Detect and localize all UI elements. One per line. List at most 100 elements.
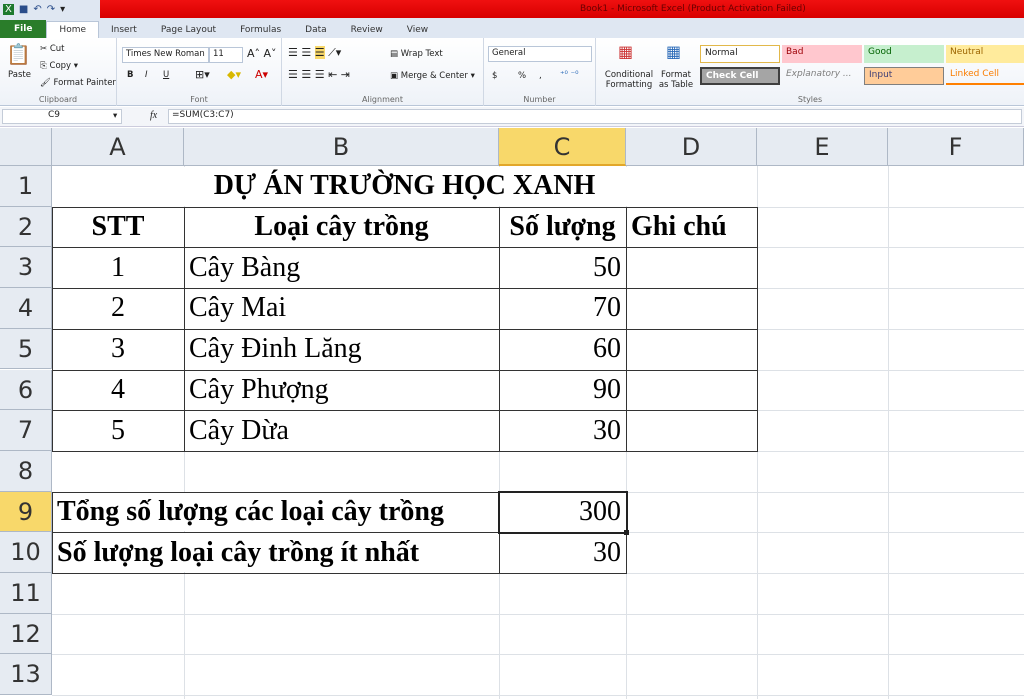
row-header-6[interactable]: 6 bbox=[0, 369, 52, 411]
row-header-9[interactable]: 9 bbox=[0, 491, 52, 533]
conditional-formatting-button[interactable]: Conditional Formatting bbox=[600, 70, 658, 90]
tab-data[interactable]: Data bbox=[293, 22, 339, 38]
plant-name-cell[interactable]: Cây Dừa bbox=[184, 410, 499, 451]
stt-cell[interactable]: 1 bbox=[52, 247, 184, 288]
spreadsheet-grid: A B C D E F 1 2 3 4 5 6 7 8 9 10 11 12 13 DỰ ÁN TRƯỜNG HỌC … bbox=[0, 128, 1024, 699]
style-explanatory[interactable]: Explanatory ... bbox=[782, 67, 862, 85]
font-name-select[interactable]: Times New Roman bbox=[122, 47, 209, 63]
insert-function-icon[interactable]: fx bbox=[150, 110, 157, 121]
italic-button[interactable]: I bbox=[145, 70, 148, 80]
tab-file[interactable]: File bbox=[0, 20, 47, 38]
decimal-buttons[interactable]: ⁺⁰ ⁻⁰ bbox=[560, 70, 579, 80]
currency-button[interactable]: $ bbox=[492, 71, 497, 81]
header-cell[interactable]: Loại cây trồng bbox=[184, 207, 499, 248]
merge-center-button[interactable]: ▣ Merge & Center ▾ bbox=[390, 71, 475, 81]
quantity-cell[interactable]: 60 bbox=[499, 329, 626, 370]
cell-border bbox=[757, 206, 758, 452]
quantity-cell[interactable]: 50 bbox=[499, 247, 626, 288]
tab-home[interactable]: Home bbox=[46, 21, 99, 38]
copy-button[interactable]: ⎘ Copy ▾ bbox=[40, 61, 78, 71]
row-header-1[interactable]: 1 bbox=[0, 166, 52, 207]
style-neutral[interactable]: Neutral bbox=[946, 45, 1024, 63]
borders-button[interactable]: ⊞▾ bbox=[195, 68, 210, 81]
column-header-C[interactable]: C bbox=[499, 128, 626, 166]
min-label-cell[interactable]: Số lượng loại cây trồng ít nhất bbox=[52, 532, 499, 573]
undo-icon[interactable]: ↶ bbox=[33, 4, 41, 15]
formula-input[interactable]: =SUM(C3:C7) bbox=[168, 109, 1022, 124]
note-cell[interactable] bbox=[626, 410, 757, 451]
cell-border bbox=[52, 206, 53, 452]
stt-cell[interactable]: 2 bbox=[52, 288, 184, 329]
horizontal-align-buttons[interactable]: ☰ ☰ ☰ ⇤ ⇥ bbox=[288, 68, 350, 81]
column-header-F[interactable]: F bbox=[888, 128, 1024, 166]
style-normal[interactable]: Normal bbox=[700, 45, 780, 63]
header-cell[interactable]: Số lượng bbox=[499, 207, 626, 248]
total-label-cell[interactable]: Tổng số lượng các loại cây trồng bbox=[52, 492, 499, 533]
plant-name-cell[interactable]: Cây Bàng bbox=[184, 247, 499, 288]
font-color-button[interactable]: A▾ bbox=[255, 68, 268, 81]
name-box-dropdown-icon[interactable]: ▾ bbox=[113, 111, 117, 121]
quantity-cell[interactable]: 90 bbox=[499, 370, 626, 411]
plant-name-cell[interactable]: Cây Phượng bbox=[184, 370, 499, 411]
plant-name-cell[interactable]: Cây Mai bbox=[184, 288, 499, 329]
format-as-table-button[interactable]: Format as Table bbox=[656, 70, 696, 90]
plant-name-cell[interactable]: Cây Đinh Lăng bbox=[184, 329, 499, 370]
stt-cell[interactable]: 3 bbox=[52, 329, 184, 370]
row-header-3[interactable]: 3 bbox=[0, 247, 52, 289]
tab-insert[interactable]: Insert bbox=[99, 22, 149, 38]
column-header-A[interactable]: A bbox=[52, 128, 184, 166]
font-size-select[interactable]: 11 bbox=[209, 47, 243, 63]
min-value-cell[interactable]: 30 bbox=[499, 532, 626, 573]
underline-button[interactable]: U bbox=[163, 70, 169, 80]
bold-button[interactable]: B bbox=[127, 70, 133, 80]
row-header-12[interactable]: 12 bbox=[0, 613, 52, 655]
save-icon[interactable]: ■ bbox=[19, 4, 28, 15]
tab-view[interactable]: View bbox=[395, 22, 440, 38]
column-header-E[interactable]: E bbox=[757, 128, 888, 166]
style-bad[interactable]: Bad bbox=[782, 45, 862, 63]
header-cell[interactable]: Ghi chú bbox=[626, 207, 757, 248]
redo-icon[interactable]: ↷ bbox=[47, 4, 55, 15]
row-header-4[interactable]: 4 bbox=[0, 288, 52, 329]
paste-button[interactable]: Paste bbox=[8, 70, 31, 80]
comma-button[interactable]: , bbox=[539, 71, 542, 81]
row-header-10[interactable]: 10 bbox=[0, 532, 52, 573]
fill-color-button[interactable]: ◆▾ bbox=[227, 68, 241, 81]
note-cell[interactable] bbox=[626, 370, 757, 411]
note-cell[interactable] bbox=[626, 329, 757, 370]
percent-button[interactable]: % bbox=[518, 71, 526, 81]
format-painter-button[interactable]: 🖌 Format Painter bbox=[40, 78, 116, 88]
note-cell[interactable] bbox=[626, 247, 757, 288]
wrap-text-button[interactable]: ▤ Wrap Text bbox=[390, 49, 443, 59]
header-cell[interactable]: STT bbox=[52, 207, 184, 248]
row-header-11[interactable]: 11 bbox=[0, 573, 52, 614]
grow-font-button[interactable]: A˄ A˅ bbox=[247, 47, 277, 60]
name-box[interactable]: C9 bbox=[2, 109, 122, 124]
tab-page-layout[interactable]: Page Layout bbox=[149, 22, 228, 38]
tab-review[interactable]: Review bbox=[339, 22, 395, 38]
style-input[interactable]: Input bbox=[864, 67, 944, 85]
cut-button[interactable]: ✂ Cut bbox=[40, 44, 64, 54]
row-header-7[interactable]: 7 bbox=[0, 410, 52, 451]
row-header-8[interactable]: 8 bbox=[0, 450, 52, 492]
style-good[interactable]: Good bbox=[864, 45, 944, 63]
quantity-cell[interactable]: 70 bbox=[499, 288, 626, 329]
fill-handle[interactable] bbox=[624, 530, 629, 536]
stt-cell[interactable]: 5 bbox=[52, 410, 184, 451]
style-check-cell[interactable]: Check Cell bbox=[700, 67, 780, 85]
row-header-5[interactable]: 5 bbox=[0, 328, 52, 370]
customize-icon[interactable]: ▾ bbox=[60, 4, 65, 15]
row-header-13[interactable]: 13 bbox=[0, 654, 52, 696]
quantity-cell[interactable]: 30 bbox=[499, 410, 626, 451]
note-cell[interactable] bbox=[626, 288, 757, 329]
title-cell[interactable]: DỰ ÁN TRƯỜNG HỌC XANH bbox=[52, 166, 757, 207]
stt-cell[interactable]: 4 bbox=[52, 370, 184, 411]
tab-formulas[interactable]: Formulas bbox=[228, 22, 293, 38]
style-linked-cell[interactable]: Linked Cell bbox=[946, 67, 1024, 85]
number-format-select[interactable]: General bbox=[488, 46, 592, 62]
vertical-align-buttons[interactable]: ☰ ☰ ☰ ⟋▾ bbox=[288, 46, 341, 60]
select-all-button[interactable] bbox=[0, 128, 52, 166]
column-header-B[interactable]: B bbox=[184, 128, 499, 166]
row-header-2[interactable]: 2 bbox=[0, 206, 52, 248]
column-header-D[interactable]: D bbox=[626, 128, 757, 166]
